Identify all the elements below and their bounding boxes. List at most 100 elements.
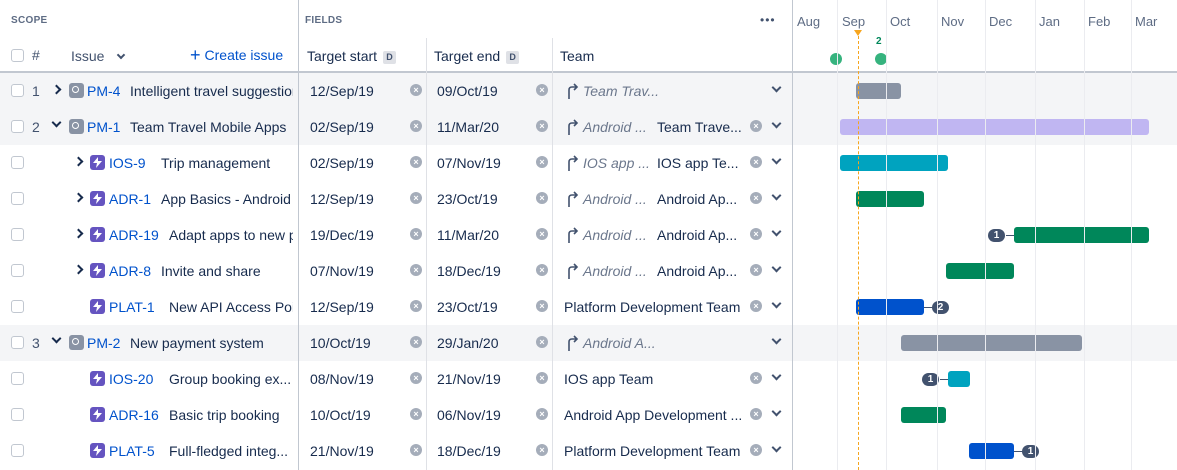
clear-target-end-icon[interactable]: × (536, 84, 548, 96)
clear-target-end-icon[interactable]: × (536, 372, 548, 384)
target-start-value[interactable]: 19/Dec/19 (310, 227, 374, 243)
clear-target-end-icon[interactable]: × (536, 408, 548, 420)
clear-team-icon[interactable]: × (750, 300, 762, 312)
clear-target-start-icon[interactable]: × (410, 192, 422, 204)
clear-team-icon[interactable]: × (750, 372, 762, 384)
team-dropdown-chevron-icon[interactable] (771, 370, 782, 381)
target-end-value[interactable]: 11/Mar/20 (437, 119, 499, 135)
issue-summary[interactable]: Group booking ex... (169, 371, 293, 387)
clear-team-icon[interactable]: × (750, 228, 762, 240)
chevron-right-icon[interactable] (73, 156, 84, 167)
chevron-right-icon[interactable] (73, 228, 84, 239)
table-row[interactable]: 2 PM-1 Team Travel Mobile Apps 02/Sep/19 × 11… (0, 109, 1177, 145)
target-end-column-header[interactable]: Target end D (434, 48, 520, 64)
team-value[interactable]: IOS app Team (564, 371, 745, 387)
target-end-value[interactable]: 23/Oct/19 (437, 191, 498, 207)
clear-target-end-icon[interactable]: × (536, 300, 548, 312)
target-end-value[interactable]: 09/Oct/19 (437, 83, 498, 99)
dependency-badge[interactable]: 1 (988, 229, 1005, 242)
team-column-header[interactable]: Team (560, 48, 594, 64)
clear-target-end-icon[interactable]: × (536, 156, 548, 168)
timeline-bar[interactable] (840, 155, 948, 171)
timeline-bar[interactable] (856, 191, 924, 207)
issue-key-link[interactable]: PLAT-1 (109, 299, 155, 315)
clear-target-start-icon[interactable]: × (410, 84, 422, 96)
issue-column-header[interactable]: Issue (71, 48, 126, 64)
row-checkbox[interactable] (11, 264, 24, 277)
team-dropdown-chevron-icon[interactable] (771, 406, 782, 417)
clear-target-start-icon[interactable]: × (410, 444, 422, 456)
clear-target-end-icon[interactable]: × (536, 120, 548, 132)
clear-target-start-icon[interactable]: × (410, 372, 422, 384)
target-start-value[interactable]: 10/Oct/19 (310, 407, 371, 423)
clear-target-start-icon[interactable]: × (410, 228, 422, 240)
clear-target-end-icon[interactable]: × (536, 228, 548, 240)
issue-summary[interactable]: Intelligent travel suggestions (130, 83, 293, 99)
row-checkbox[interactable] (11, 84, 24, 97)
more-options-icon[interactable]: ••• (760, 13, 776, 27)
target-end-value[interactable]: 21/Nov/19 (437, 371, 501, 387)
row-checkbox[interactable] (11, 444, 24, 457)
issue-key-link[interactable]: PM-4 (87, 83, 120, 99)
issue-summary[interactable]: New API Access Point (169, 299, 293, 315)
chevron-right-icon[interactable] (73, 264, 84, 275)
issue-summary[interactable]: New payment system (130, 335, 293, 351)
team-dropdown-chevron-icon[interactable] (771, 190, 782, 201)
clear-team-icon[interactable]: × (750, 156, 762, 168)
team-dropdown-chevron-icon[interactable] (771, 154, 782, 165)
target-end-value[interactable]: 18/Dec/19 (437, 263, 501, 279)
clear-target-start-icon[interactable]: × (410, 300, 422, 312)
issue-key-link[interactable]: PLAT-5 (109, 443, 155, 459)
team-dropdown-chevron-icon[interactable] (771, 262, 782, 273)
target-start-column-header[interactable]: Target start D (307, 48, 397, 64)
issue-key-link[interactable]: IOS-9 (109, 155, 146, 171)
row-checkbox[interactable] (11, 228, 24, 241)
clear-target-start-icon[interactable]: × (410, 264, 422, 276)
issue-summary[interactable]: Team Travel Mobile Apps (130, 119, 293, 135)
table-row[interactable]: 3 PM-2 New payment system 10/Oct/19 × 29/Jan/… (0, 325, 1177, 361)
timeline-bar[interactable] (901, 407, 946, 423)
team-value[interactable]: Android Ap... (657, 191, 745, 207)
chevron-right-icon[interactable] (73, 192, 84, 203)
table-row[interactable]: PLAT-5 Full-fledged integ... 21/Nov/19 × 18/… (0, 433, 1177, 469)
target-end-value[interactable]: 07/Nov/19 (437, 155, 501, 171)
target-start-value[interactable]: 02/Sep/19 (310, 119, 374, 135)
issue-summary[interactable]: Trip management (161, 155, 293, 171)
clear-team-icon[interactable]: × (750, 408, 762, 420)
team-value[interactable]: Android Ap... (657, 263, 745, 279)
target-start-value[interactable]: 12/Sep/19 (310, 299, 374, 315)
team-dropdown-chevron-icon[interactable] (771, 442, 782, 453)
issue-summary[interactable]: App Basics - Android (161, 191, 293, 207)
table-row[interactable]: IOS-20 Group booking ex... 08/Nov/19 × 21/No… (0, 361, 1177, 397)
target-end-value[interactable]: 11/Mar/20 (437, 227, 499, 243)
row-checkbox[interactable] (11, 192, 24, 205)
team-value[interactable]: Android Ap... (657, 227, 745, 243)
row-checkbox[interactable] (11, 336, 24, 349)
clear-target-start-icon[interactable]: × (410, 336, 422, 348)
dependency-badge[interactable]: 1 (1022, 445, 1039, 458)
clear-target-end-icon[interactable]: × (536, 192, 548, 204)
target-start-value[interactable]: 12/Sep/19 (310, 191, 374, 207)
issue-summary[interactable]: Full-fledged integ... (169, 443, 293, 459)
table-row[interactable]: ADR-1 App Basics - Android 12/Sep/19 × 23/Oc… (0, 181, 1177, 217)
team-dropdown-chevron-icon[interactable] (771, 82, 782, 93)
target-start-value[interactable]: 02/Sep/19 (310, 155, 374, 171)
target-end-value[interactable]: 23/Oct/19 (437, 299, 498, 315)
issue-key-link[interactable]: ADR-16 (109, 407, 159, 423)
team-dropdown-chevron-icon[interactable] (771, 298, 782, 309)
table-row[interactable]: 1 PM-4 Intelligent travel suggestions 12/Se… (0, 73, 1177, 109)
target-start-value[interactable]: 10/Oct/19 (310, 335, 371, 351)
row-checkbox[interactable] (11, 120, 24, 133)
timeline-bar[interactable] (856, 299, 924, 315)
clear-target-end-icon[interactable]: × (536, 336, 548, 348)
target-end-value[interactable]: 29/Jan/20 (437, 335, 499, 351)
issue-summary[interactable]: Invite and share (161, 263, 293, 279)
clear-team-icon[interactable]: × (750, 264, 762, 276)
chevron-right-icon[interactable] (51, 84, 62, 95)
table-row[interactable]: PLAT-1 New API Access Point 12/Sep/19 × 23/O… (0, 289, 1177, 325)
dependency-badge[interactable]: 2 (932, 301, 949, 314)
clear-target-end-icon[interactable]: × (536, 444, 548, 456)
target-end-value[interactable]: 06/Nov/19 (437, 407, 501, 423)
target-start-value[interactable]: 12/Sep/19 (310, 83, 374, 99)
clear-target-start-icon[interactable]: × (410, 156, 422, 168)
